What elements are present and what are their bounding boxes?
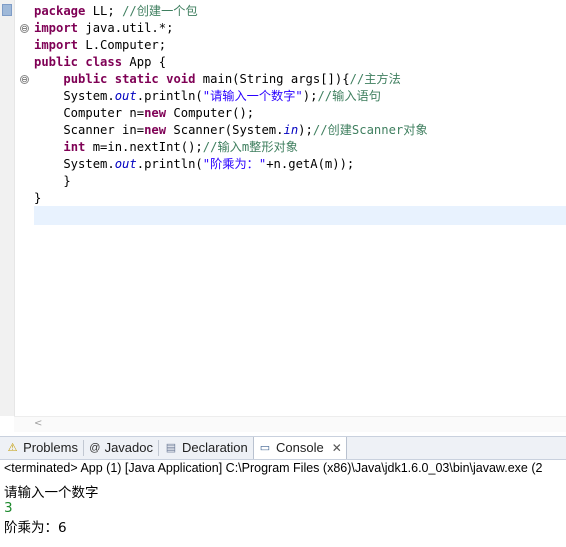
- code-token: .println(: [136, 89, 203, 103]
- tab-label: Declaration: [182, 440, 248, 455]
- static-field-token: in: [283, 123, 299, 137]
- static-field-token: out: [114, 89, 137, 103]
- code-token: LL;: [85, 4, 123, 18]
- code-line[interactable]: System.out.println("阶乘为："+n.getA(m));: [34, 156, 566, 173]
- code-line[interactable]: public static void main(String args[]){/…: [34, 71, 566, 88]
- console-output-line: 请输入一个数字: [4, 485, 99, 501]
- javadoc-icon: @: [89, 442, 101, 454]
- bookmark-marker-icon: [2, 4, 12, 16]
- code-token: Scanner in=: [34, 123, 145, 137]
- code-line[interactable]: }: [34, 190, 566, 207]
- code-token: L.Computer;: [78, 38, 167, 52]
- code-line[interactable]: public class App {: [34, 54, 566, 71]
- code-token: App {: [122, 55, 167, 69]
- tab-label: Console: [276, 440, 324, 455]
- console-status: <terminated> App (1) [Java Application] …: [4, 461, 543, 475]
- tab-separator: [83, 440, 84, 456]
- fold-collapse-icon[interactable]: ⊖: [20, 75, 29, 84]
- code-line[interactable]: System.out.println("请输入一个数字");//输入语句: [34, 88, 566, 105]
- code-token: main(String args[]){: [195, 72, 350, 86]
- keyword-token: new: [144, 123, 167, 137]
- tab-declaration[interactable]: ▤ Declaration: [160, 437, 252, 459]
- code-token: System.: [34, 157, 115, 171]
- console-icon: ▭: [259, 442, 271, 454]
- comment-token: //创建Scanner对象: [312, 123, 428, 137]
- code-line[interactable]: }: [34, 173, 566, 190]
- console-output-line: 阶乘为：6: [4, 520, 67, 536]
- console-input-line: 3: [4, 500, 13, 516]
- tab-problems[interactable]: ⚠ Problems: [2, 437, 82, 459]
- string-literal-token: "阶乘为：": [202, 157, 267, 171]
- keyword-token: class: [85, 55, 123, 69]
- tab-console[interactable]: ▭ Console ✕: [253, 437, 347, 459]
- view-tab-bar: ⚠ Problems @ Javadoc ▤ Declaration ▭ Con…: [0, 436, 566, 460]
- code-token: .println(: [136, 157, 203, 171]
- comment-token: //输入m整形对象: [202, 140, 298, 154]
- code-token: System.: [34, 89, 115, 103]
- horizontal-scrollbar[interactable]: <: [14, 416, 566, 432]
- code-token: m=in.nextInt();: [85, 140, 203, 154]
- keyword-token: package: [34, 4, 86, 18]
- keyword-token: new: [144, 106, 167, 120]
- code-editor[interactable]: ⊖ ⊖ package LL; //创建一个包 import java.util.…: [0, 0, 566, 432]
- declaration-icon: ▤: [165, 442, 177, 454]
- code-token: );: [298, 123, 313, 137]
- code-line[interactable]: Scanner in=new Scanner(System.in);//创建Sc…: [34, 122, 566, 139]
- code-line[interactable]: import java.util.*;: [34, 20, 566, 37]
- keyword-token: public: [63, 72, 108, 86]
- code-token: +n.getA(m));: [266, 157, 355, 171]
- code-token: java.util.*;: [78, 21, 174, 35]
- code-token: Computer n=: [34, 106, 145, 120]
- static-field-token: out: [114, 157, 137, 171]
- close-icon[interactable]: ✕: [332, 437, 342, 459]
- code-line[interactable]: Computer n=new Computer();: [34, 105, 566, 122]
- comment-token: //输入语句: [317, 89, 381, 103]
- code-token: }: [34, 174, 71, 188]
- tab-label: Problems: [23, 440, 78, 455]
- code-line[interactable]: import L.Computer;: [34, 37, 566, 54]
- keyword-token: public: [34, 55, 79, 69]
- code-line[interactable]: package LL; //创建一个包: [34, 3, 566, 20]
- code-token: Scanner(System.: [166, 123, 284, 137]
- problems-icon: ⚠: [7, 442, 18, 454]
- editor-gutter: [0, 0, 15, 416]
- code-text[interactable]: package LL; //创建一个包 import java.util.*; im…: [34, 3, 566, 207]
- code-token: }: [34, 191, 42, 205]
- scroll-left-arrow-icon[interactable]: <: [34, 418, 42, 429]
- keyword-token: int: [63, 140, 86, 154]
- tab-javadoc[interactable]: @ Javadoc: [85, 437, 157, 459]
- keyword-token: import: [34, 21, 79, 35]
- keyword-token: static: [114, 72, 159, 86]
- tab-label: Javadoc: [104, 440, 153, 455]
- code-line[interactable]: int m=in.nextInt();//输入m整形对象: [34, 139, 566, 156]
- current-line-highlight: [34, 206, 566, 225]
- tab-separator: [158, 440, 159, 456]
- keyword-token: void: [166, 72, 196, 86]
- string-literal-token: "请输入一个数字": [202, 89, 303, 103]
- comment-token: //创建一个包: [122, 4, 198, 18]
- console-view[interactable]: <terminated> App (1) [Java Application] …: [0, 460, 566, 547]
- fold-collapse-icon[interactable]: ⊖: [20, 24, 29, 33]
- code-token: );: [302, 89, 318, 103]
- comment-token: //主方法: [349, 72, 401, 86]
- keyword-token: import: [34, 38, 79, 52]
- code-token: Computer();: [166, 106, 255, 120]
